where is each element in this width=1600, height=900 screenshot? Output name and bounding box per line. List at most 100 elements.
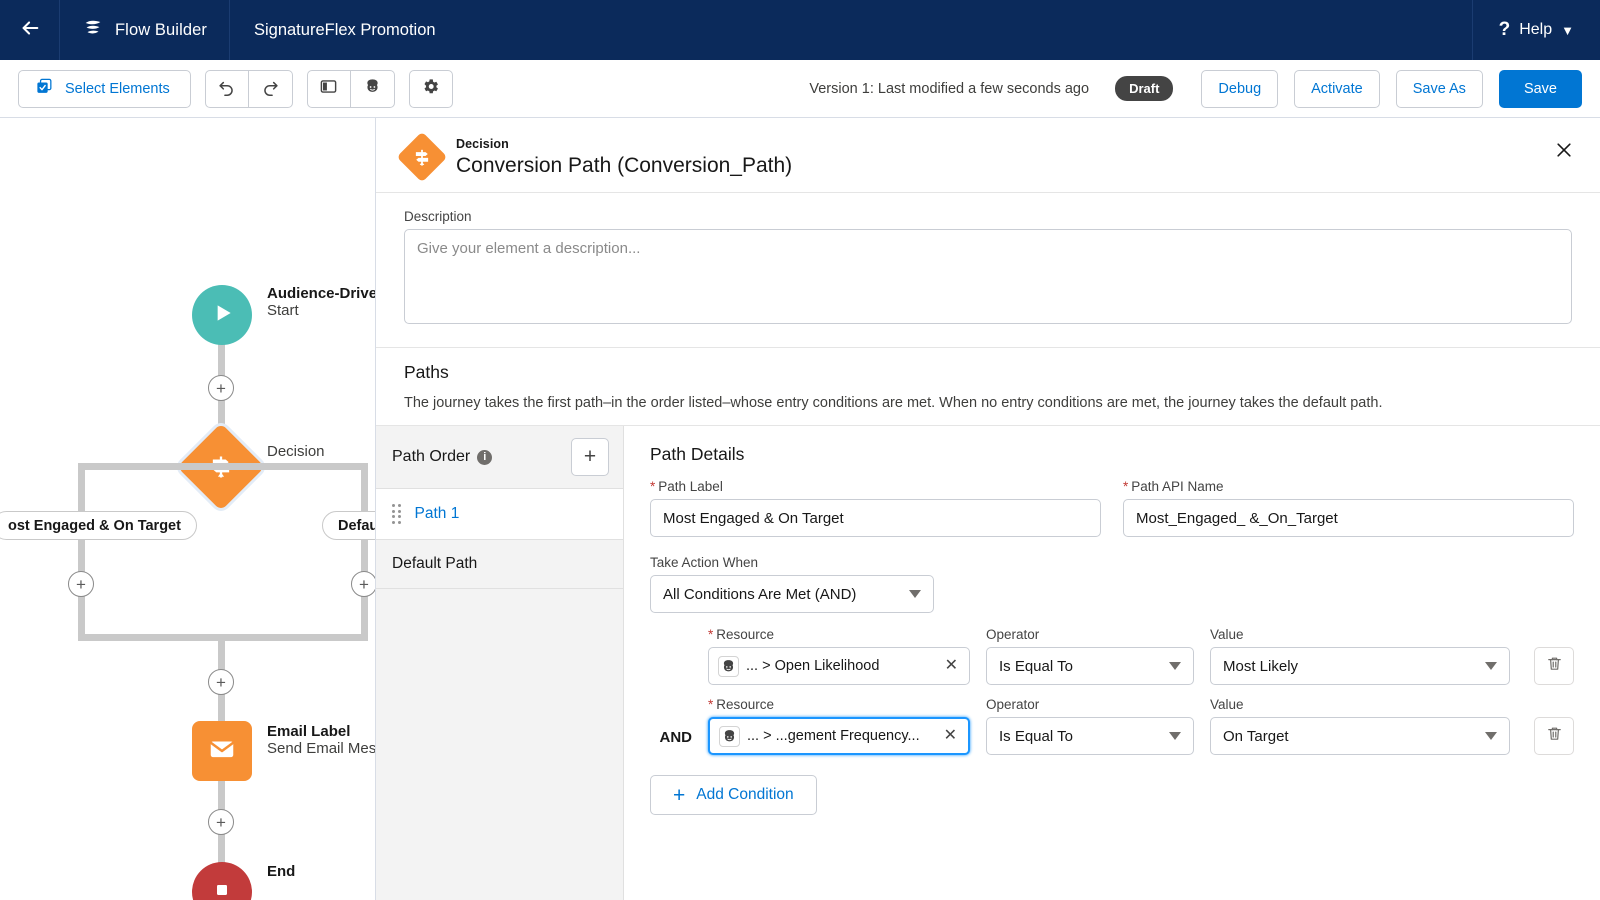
add-condition-label: Add Condition: [696, 786, 793, 804]
toggle-left-panel-button[interactable]: [307, 70, 351, 108]
start-node[interactable]: [192, 285, 252, 345]
chevron-down-icon: [1169, 732, 1181, 740]
resource-label: *Resource: [708, 627, 970, 642]
path-label-pill-left[interactable]: ost Engaged & On Target: [0, 511, 197, 540]
plus-icon: +: [76, 576, 86, 593]
chevron-down-icon: ▼: [1561, 23, 1574, 38]
delete-condition-button[interactable]: [1534, 647, 1574, 685]
condition-operator-select[interactable]: Is Equal To: [986, 647, 1194, 685]
flow-builder-home-link[interactable]: Flow Builder: [60, 0, 230, 60]
take-action-when-select[interactable]: All Conditions Are Met (AND): [650, 575, 934, 613]
chevron-down-icon: [909, 590, 921, 598]
toggle-left-panel-icon: [319, 77, 338, 101]
path-name-row: *Path Label *Path API Name: [650, 479, 1574, 537]
operator-label: Operator: [986, 697, 1194, 712]
add-element-button-3[interactable]: +: [208, 809, 234, 835]
arrow-left-icon: [19, 17, 41, 44]
plus-icon: +: [216, 380, 226, 397]
header-spacer: [460, 0, 1472, 60]
paths-section-header: Paths The journey takes the first path–i…: [376, 348, 1600, 425]
description-block: Description: [376, 193, 1600, 348]
activate-button[interactable]: Activate: [1294, 70, 1380, 108]
add-element-button-2[interactable]: +: [208, 669, 234, 695]
plus-icon: +: [673, 785, 685, 806]
flow-canvas[interactable]: + Audience-Driven Jo Start Deci: [0, 118, 376, 900]
operator-value: Is Equal To: [999, 728, 1073, 745]
clear-resource-icon[interactable]: ✕: [942, 728, 959, 744]
condition-value-select[interactable]: On Target: [1210, 717, 1510, 755]
delete-condition-button[interactable]: [1534, 717, 1574, 755]
condition-resource-group: *Resource: [708, 627, 970, 685]
chevron-down-icon: [1485, 732, 1497, 740]
clear-resource-icon[interactable]: ✕: [943, 658, 960, 674]
end-node-label: End: [267, 863, 295, 880]
operator-value: Is Equal To: [999, 658, 1073, 675]
add-element-button-left-branch[interactable]: +: [68, 571, 94, 597]
add-element-button-default-branch[interactable]: +: [351, 571, 376, 597]
flow-builder-label: Flow Builder: [115, 21, 207, 40]
path-order-item-path-1[interactable]: Path 1: [376, 489, 623, 540]
select-elements-button[interactable]: Select Elements: [18, 70, 191, 108]
plus-icon: +: [584, 445, 596, 469]
connector-branch-right: [361, 463, 368, 641]
path-api-name-text: Path API Name: [1131, 479, 1223, 494]
connector-branch-left: [78, 463, 85, 641]
add-condition-button[interactable]: + Add Condition: [650, 775, 817, 815]
chevron-down-icon: [1169, 662, 1181, 670]
close-panel-button[interactable]: [1550, 138, 1578, 166]
debug-button[interactable]: Debug: [1201, 70, 1278, 108]
required-asterisk: *: [650, 479, 655, 494]
path-order-item-default-path[interactable]: Default Path: [376, 540, 623, 589]
condition-resource-input[interactable]: ... > Open Likelihood ✕: [708, 647, 970, 685]
decision-signpost-icon: [412, 147, 433, 168]
einstein-button[interactable]: [351, 70, 395, 108]
description-input[interactable]: [404, 229, 1572, 324]
condition-value-group: Value Most Likely: [1210, 627, 1510, 685]
redo-button[interactable]: [249, 70, 293, 108]
resource-pill: ... > Open Likelihood: [718, 656, 935, 677]
help-menu-button[interactable]: ? Help ▼: [1472, 0, 1600, 60]
question-mark-icon: ?: [1499, 19, 1511, 41]
flow-toolbar: Select Elements: [0, 60, 1600, 118]
back-button[interactable]: [0, 0, 60, 60]
description-label: Description: [404, 209, 1572, 224]
path-label-input[interactable]: [650, 499, 1101, 537]
condition-value-select[interactable]: Most Likely: [1210, 647, 1510, 685]
save-as-button[interactable]: Save As: [1396, 70, 1483, 108]
app-header: Flow Builder SignatureFlex Promotion ? H…: [0, 0, 1600, 60]
condition-resource-input[interactable]: ... > ...gement Frequency... ✕: [708, 717, 970, 755]
trash-icon: [1546, 655, 1563, 677]
path-label-text: Path Label: [658, 479, 723, 494]
view-tools-group: [307, 70, 395, 108]
save-button[interactable]: Save: [1499, 70, 1582, 108]
path-api-name-input[interactable]: [1123, 499, 1574, 537]
conditions-list: *Resource: [650, 627, 1574, 755]
email-node[interactable]: [192, 721, 252, 781]
panel-element-title: Conversion Path (Conversion_Path): [456, 154, 792, 178]
path-label-pill-default[interactable]: Default: [322, 511, 376, 540]
select-elements-label: Select Elements: [65, 81, 170, 97]
settings-button[interactable]: [409, 70, 453, 108]
required-asterisk: *: [708, 627, 713, 642]
drag-handle-icon[interactable]: [392, 504, 401, 524]
panel-header-text: Decision Conversion Path (Conversion_Pat…: [456, 136, 792, 178]
end-node[interactable]: [192, 862, 252, 900]
info-icon[interactable]: i: [477, 450, 492, 465]
element-properties-panel: Decision Conversion Path (Conversion_Pat…: [376, 118, 1600, 900]
resource-label: *Resource: [708, 697, 970, 712]
undo-button[interactable]: [205, 70, 249, 108]
start-node-title: Audience-Driven Jo: [267, 285, 376, 302]
version-status-text: Version 1: Last modified a few seconds a…: [809, 81, 1089, 97]
help-label: Help: [1519, 21, 1552, 39]
path-order-list: Path Order i + Path 1 Default Path: [376, 426, 624, 900]
einstein-icon: [719, 726, 740, 747]
required-asterisk: *: [1123, 479, 1128, 494]
add-element-button-1[interactable]: +: [208, 375, 234, 401]
value-label: Value: [1210, 627, 1510, 642]
panel-header: Decision Conversion Path (Conversion_Pat…: [376, 118, 1600, 193]
plus-icon: +: [359, 576, 369, 593]
app-body: + Audience-Driven Jo Start Deci: [0, 118, 1600, 900]
condition-operator-select[interactable]: Is Equal To: [986, 717, 1194, 755]
trash-icon: [1546, 725, 1563, 747]
add-path-button[interactable]: +: [571, 438, 609, 476]
